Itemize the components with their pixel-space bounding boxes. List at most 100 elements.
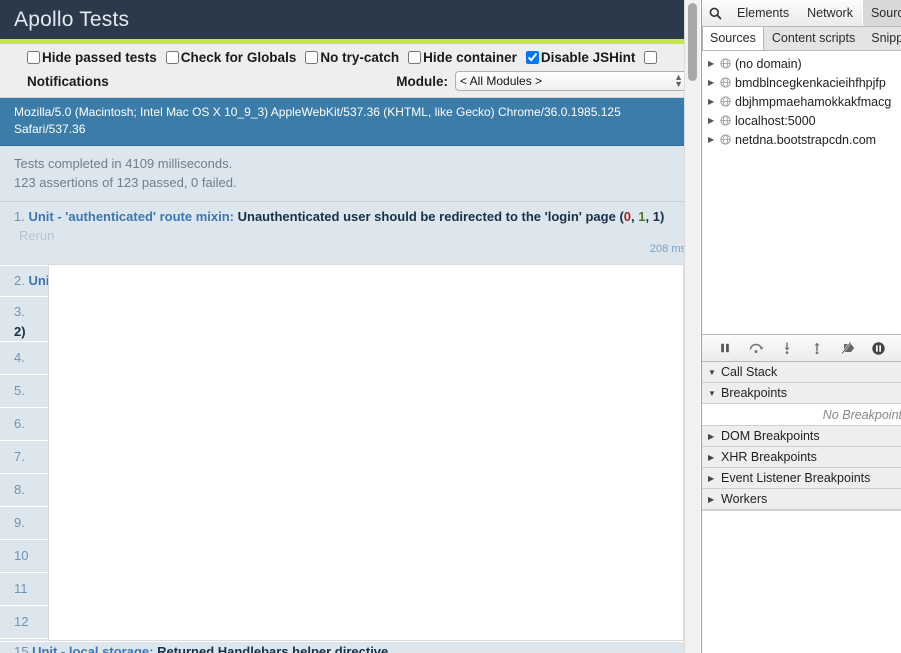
chevron-right-icon[interactable]: ▶ xyxy=(708,474,721,483)
chevron-right-icon[interactable]: ▶ xyxy=(708,432,721,441)
section-event-listener-breakpoints[interactable]: ▶ Event Listener Breakpoints xyxy=(702,468,901,489)
checkbox-unlabeled-extra[interactable] xyxy=(644,51,658,64)
checkbox-disable-jshint-input[interactable] xyxy=(525,51,539,64)
section-xhr-breakpoints-label: XHR Breakpoints xyxy=(721,450,817,464)
globe-icon xyxy=(720,115,735,126)
checkbox-check-for-globals[interactable]: Check for Globals xyxy=(165,50,297,65)
test-result-summary: Tests completed in 4109 milliseconds. 12… xyxy=(0,146,700,202)
qunit-header: Apollo Tests xyxy=(0,0,700,44)
checkbox-check-for-globals-label: Check for Globals xyxy=(180,50,297,65)
list-item[interactable]: ▶ localhost:5000 xyxy=(702,111,901,130)
search-icon[interactable] xyxy=(702,7,728,20)
chevron-right-icon[interactable]: ▶ xyxy=(708,135,720,144)
globe-icon xyxy=(720,58,735,69)
checkbox-disable-jshint[interactable]: Disable JSHint xyxy=(525,50,636,65)
section-dom-breakpoints-label: DOM Breakpoints xyxy=(721,429,820,443)
section-workers-label: Workers xyxy=(721,492,768,506)
qunit-toolbar: Hide passed tests Check for Globals No t… xyxy=(0,44,700,98)
rerun-link[interactable]: Rerun xyxy=(19,228,54,243)
chevron-right-icon[interactable]: ▶ xyxy=(708,78,720,87)
test-counts: (0, 1, 1) xyxy=(619,209,665,224)
list-item[interactable]: ▶ netdna.bootstrapcdn.com xyxy=(702,130,901,149)
source-label: localhost:5000 xyxy=(735,113,816,128)
no-breakpoints-message: No Breakpoint xyxy=(702,404,901,426)
pause-resume-icon[interactable] xyxy=(714,338,736,358)
test-module-name: Unit - 'authenticated' route mixin: xyxy=(28,209,234,224)
globe-icon xyxy=(720,96,735,107)
checkbox-hide-passed-tests-label: Hide passed tests xyxy=(42,50,157,65)
section-xhr-breakpoints[interactable]: ▶ XHR Breakpoints xyxy=(702,447,901,468)
qunit-notifications-row: Notifications Module: < All Modules > ▲ ▼ xyxy=(0,69,700,91)
checkbox-hide-container-label: Hide container xyxy=(423,50,517,65)
test-case-name: Unauthenticated user should be redirecte… xyxy=(237,209,616,224)
checkbox-hide-container[interactable]: Hide container xyxy=(408,50,517,65)
tab-network[interactable]: Network xyxy=(798,0,862,26)
test-number: 3. xyxy=(14,304,25,319)
page-scrollbar-thumb[interactable] xyxy=(688,3,697,81)
clipped-test-content: 15 Unit - local storage: Returned Handle… xyxy=(0,642,700,653)
chevron-right-icon[interactable]: ▶ xyxy=(708,116,720,125)
checkbox-no-try-catch[interactable]: No try-catch xyxy=(305,50,399,65)
test-number: 8. xyxy=(14,482,25,497)
chevron-right-icon[interactable]: ▶ xyxy=(708,59,720,68)
section-breakpoints[interactable]: ▼ Breakpoints xyxy=(702,383,901,404)
chevron-right-icon[interactable]: ▶ xyxy=(708,97,720,106)
page-scrollbar[interactable] xyxy=(684,0,700,653)
section-dom-breakpoints[interactable]: ▶ DOM Breakpoints xyxy=(702,426,901,447)
section-event-listener-breakpoints-label: Event Listener Breakpoints xyxy=(721,471,871,485)
test-number: 10 xyxy=(14,548,29,563)
step-into-icon[interactable] xyxy=(776,338,798,358)
test-result-assertions: 123 assertions of 123 passed, 0 failed. xyxy=(14,175,237,190)
test-failed-count: 0 xyxy=(623,209,632,224)
step-out-icon[interactable] xyxy=(806,338,828,358)
globe-icon xyxy=(720,134,735,145)
chevron-down-icon[interactable]: ▼ xyxy=(708,368,721,377)
checkbox-hide-container-input[interactable] xyxy=(408,51,422,64)
chevron-down-icon[interactable]: ▼ xyxy=(708,389,721,398)
table-row[interactable]: 15 Unit - local storage: Returned Handle… xyxy=(0,641,700,653)
checkbox-hide-passed-tests[interactable]: Hide passed tests xyxy=(27,50,157,65)
subtab-content-scripts[interactable]: Content scripts xyxy=(764,27,863,50)
test-number: 15 xyxy=(14,644,29,653)
sources-tree: ▶ (no domain) ▶ bmdblncegkenkacieihfhpjf… xyxy=(702,51,901,334)
checkbox-no-try-catch-label: No try-catch xyxy=(320,50,400,65)
list-item[interactable]: ▶ (no domain) xyxy=(702,54,901,73)
pause-on-exceptions-icon[interactable] xyxy=(868,338,890,358)
screen-root: Apollo Tests Hide passed tests Check for… xyxy=(0,0,901,653)
list-item[interactable]: ▶ bmdblncegkenkacieihfhpjfp xyxy=(702,73,901,92)
test-number: 12 xyxy=(14,614,29,629)
devtools-subtabbar: Sources Content scripts Snippe xyxy=(702,27,901,51)
checkbox-hide-passed-tests-input[interactable] xyxy=(27,51,40,64)
section-call-stack-label: Call Stack xyxy=(721,365,778,379)
checkbox-no-try-catch-input[interactable] xyxy=(305,51,319,64)
chevron-right-icon[interactable]: ▶ xyxy=(708,453,721,462)
module-select[interactable]: < All Modules > xyxy=(455,71,690,91)
devtools-tabbar: Elements Network Sources xyxy=(702,0,901,27)
devtools-panel: Elements Network Sources Sources Content… xyxy=(701,0,901,653)
source-label: bmdblncegkenkacieihfhpjfp xyxy=(735,75,886,90)
step-over-icon[interactable] xyxy=(745,338,767,358)
section-call-stack[interactable]: ▼ Call Stack xyxy=(702,362,901,383)
checkbox-check-for-globals-input[interactable] xyxy=(165,51,179,64)
module-label: Module: xyxy=(396,73,448,89)
table-row[interactable]: 1. Unit - 'authenticated' route mixin: U… xyxy=(0,202,700,266)
test-number: 5. xyxy=(14,383,25,398)
test-total-count: 1 xyxy=(652,209,660,224)
subtab-sources[interactable]: Sources xyxy=(702,27,764,50)
test-module-name: Unit - local storage: xyxy=(32,644,154,653)
list-item[interactable]: ▶ dbjhmpmaehamokkakfmacg xyxy=(702,92,901,111)
chevron-right-icon[interactable]: ▶ xyxy=(708,495,721,504)
deactivate-breakpoints-icon[interactable] xyxy=(837,338,859,358)
notifications-label: Notifications xyxy=(27,73,109,89)
section-workers[interactable]: ▶ Workers xyxy=(702,489,901,510)
test-number: 7. xyxy=(14,449,25,464)
subtab-snippets[interactable]: Snippe xyxy=(863,27,901,50)
tab-sources[interactable]: Sources xyxy=(861,0,901,26)
checkbox-disable-jshint-label: Disable JSHint xyxy=(540,50,636,65)
test-number: 6. xyxy=(14,416,25,431)
section-breakpoints-label: Breakpoints xyxy=(721,386,788,400)
qunit-test-runner-pane: Apollo Tests Hide passed tests Check for… xyxy=(0,0,700,653)
test-passed-count: 1 xyxy=(638,209,646,224)
globe-icon xyxy=(720,77,735,88)
tab-elements[interactable]: Elements xyxy=(728,0,798,26)
